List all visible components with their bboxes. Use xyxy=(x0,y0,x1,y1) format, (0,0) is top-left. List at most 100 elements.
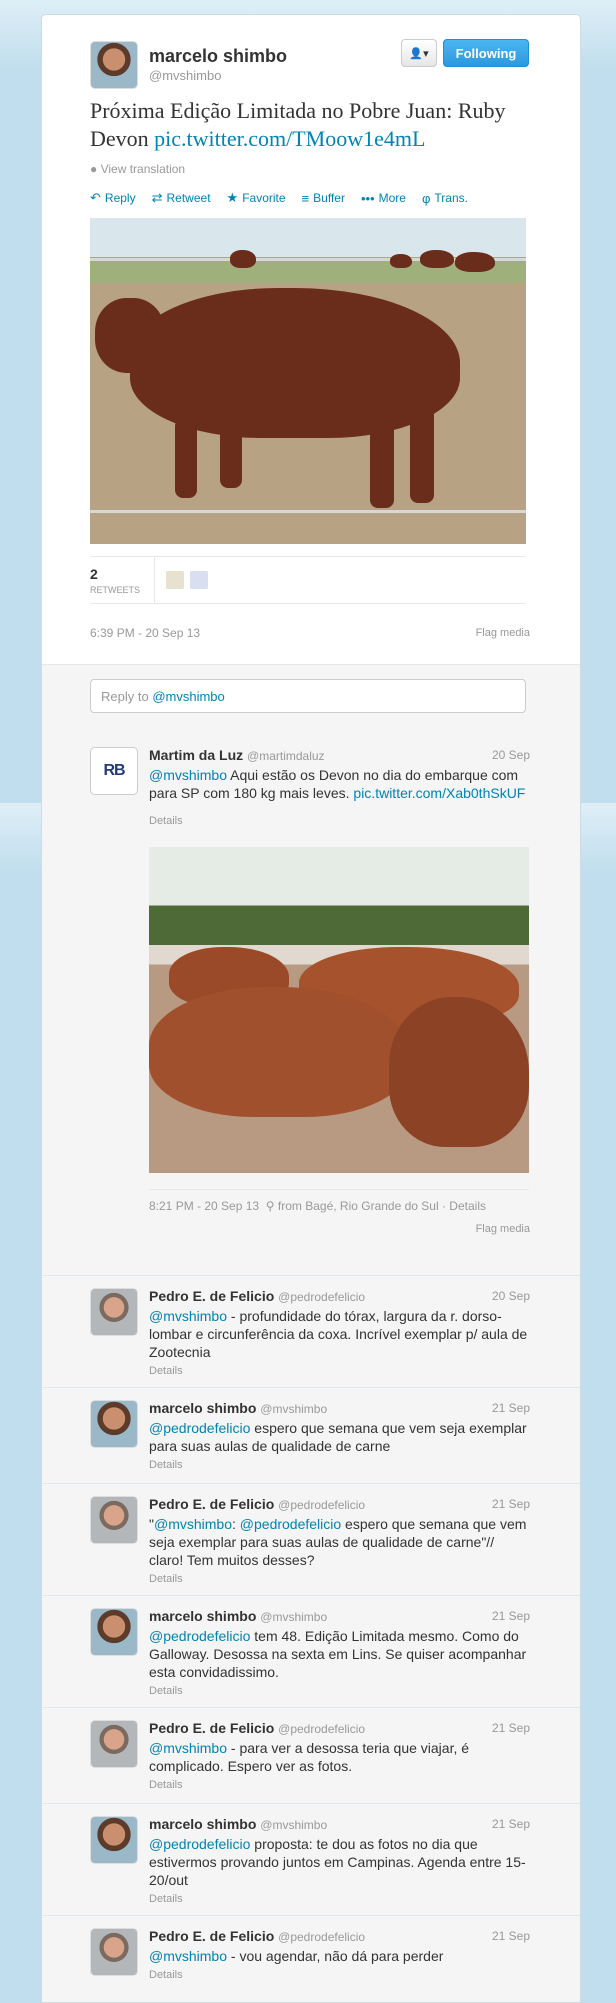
reply-text: @pedrodefelicio espero que semana que ve… xyxy=(149,1419,529,1455)
reply-date[interactable]: 21 Sep xyxy=(492,1721,530,1735)
reply-author[interactable]: Pedro E. de Felicio @pedrodefelicio xyxy=(149,1720,365,1736)
mention-link[interactable]: @mvshimbo xyxy=(149,1948,227,1964)
star-icon: ★ xyxy=(226,190,239,205)
action-label: Favorite xyxy=(242,191,286,205)
mention-link[interactable]: @mvshimbo xyxy=(149,1740,227,1756)
reply-author[interactable]: Pedro E. de Felicio @pedrodefelicio xyxy=(149,1288,365,1304)
retweeter-avatar[interactable] xyxy=(190,571,208,589)
retweet-count[interactable]: 2 xyxy=(90,566,98,582)
action-label: More xyxy=(378,191,406,205)
reply-author[interactable]: Martim da Luz @martimdaluz xyxy=(149,747,325,763)
view-translation-label: View translation xyxy=(100,162,186,176)
action-label: Reply xyxy=(104,191,136,205)
mention-link[interactable]: @pedrodefelicio xyxy=(149,1420,250,1436)
reply-author[interactable]: Pedro E. de Felicio @pedrodefelicio xyxy=(149,1928,365,1944)
mention-link[interactable]: @pedrodefelicio xyxy=(149,1836,250,1852)
details-link[interactable]: Details xyxy=(149,1779,183,1791)
reply-text: "@mvshimbo: @pedrodefelicio espero que s… xyxy=(149,1515,529,1569)
mention-link[interactable]: @pedrodefelicio xyxy=(240,1516,341,1532)
bull-leg xyxy=(410,408,434,503)
tweet-text: Próxima Edição Limitada no Pobre Juan: R… xyxy=(90,97,530,153)
reply-location[interactable]: from Bagé, Rio Grande do Sul · Details xyxy=(278,1199,486,1213)
author-name[interactable]: marcelo shimbo xyxy=(149,46,287,67)
avatar[interactable] xyxy=(90,1496,138,1544)
buffer-button[interactable]: ≡ Buffer xyxy=(302,190,345,206)
tweet-stats: 2 RETWEETS xyxy=(90,556,526,604)
reply-tweet[interactable]: Pedro E. de Felicio @pedrodefelicio 21 S… xyxy=(42,1916,580,2002)
reply-date[interactable]: 20 Sep xyxy=(492,748,530,762)
author-handle: @pedrodefelicio xyxy=(278,1498,366,1512)
avatar[interactable] xyxy=(90,1720,138,1768)
reply-text: @mvshimbo Aqui estão os Devon no dia do … xyxy=(149,766,529,802)
tweet-photo[interactable] xyxy=(90,218,526,544)
author-handle[interactable]: @mvshimbo xyxy=(149,68,221,83)
divider xyxy=(154,557,155,603)
avatar[interactable] xyxy=(90,1816,138,1864)
details-link[interactable]: Details xyxy=(149,815,183,827)
location-pin-icon: ⚲ xyxy=(265,1199,275,1213)
reply-text: @pedrodefelicio proposta: te dou as foto… xyxy=(149,1835,529,1889)
details-link[interactable]: Details xyxy=(149,1459,183,1471)
flag-media-link[interactable]: Flag media xyxy=(476,627,530,639)
reply-date[interactable]: 21 Sep xyxy=(492,1497,530,1511)
author-name: marcelo shimbo xyxy=(149,1400,257,1416)
tweet-link[interactable]: pic.twitter.com/TMoow1e4mL xyxy=(154,126,425,151)
retweet-label[interactable]: RETWEETS xyxy=(90,585,140,595)
avatar[interactable] xyxy=(90,1608,138,1656)
reply-timestamp[interactable]: 8:21 PM - 20 Sep 13 xyxy=(149,1199,259,1213)
reply-date[interactable]: 20 Sep xyxy=(492,1289,530,1303)
details-link[interactable]: Details xyxy=(149,1893,183,1905)
mention-link[interactable]: @pedrodefelicio xyxy=(149,1628,250,1644)
details-link[interactable]: Details xyxy=(149,1365,183,1377)
avatar[interactable] xyxy=(90,1928,138,1976)
avatar[interactable]: RB xyxy=(90,747,138,795)
reply-date[interactable]: 21 Sep xyxy=(492,1929,530,1943)
reply-handle: @mvshimbo xyxy=(152,689,225,704)
reply-text: @mvshimbo - profundidade do tórax, largu… xyxy=(149,1307,529,1361)
details-link[interactable]: Details xyxy=(149,1685,183,1697)
reply-input[interactable]: Reply to @mvshimbo xyxy=(90,679,526,713)
tweet-link[interactable]: pic.twitter.com/Xab0thSkUF xyxy=(353,785,525,801)
retweet-button[interactable]: ⇄ Retweet xyxy=(152,190,211,206)
reply-author[interactable]: marcelo shimbo @mvshimbo xyxy=(149,1816,327,1832)
translate-icon: φ xyxy=(421,190,431,206)
avatar[interactable] xyxy=(90,41,138,89)
view-translation-link[interactable]: ● View translation xyxy=(90,162,185,176)
details-link[interactable]: Details xyxy=(149,1969,183,1981)
reply-tweet[interactable]: RB Martim da Luz @martimdaluz 20 Sep @mv… xyxy=(42,735,580,1276)
tweet-permalink-card: marcelo shimbo @mvshimbo 👤▾ Following Pr… xyxy=(41,14,581,2003)
flag-media-link[interactable]: Flag media xyxy=(476,1223,530,1235)
translate-button[interactable]: φ Trans. xyxy=(422,190,468,206)
author-name: Pedro E. de Felicio xyxy=(149,1496,275,1512)
mention-link[interactable]: @mvshimbo xyxy=(149,1308,227,1324)
avatar[interactable] xyxy=(90,1400,138,1448)
reply-tweet[interactable]: Pedro E. de Felicio @pedrodefelicio 20 S… xyxy=(42,1276,580,1388)
bull-leg xyxy=(220,418,242,488)
reply-date[interactable]: 21 Sep xyxy=(492,1609,530,1623)
details-link[interactable]: Details xyxy=(149,1573,183,1585)
mention-link[interactable]: @mvshimbo xyxy=(149,767,227,783)
reply-tweet[interactable]: marcelo shimbo @mvshimbo 21 Sep @pedrode… xyxy=(42,1388,580,1484)
reply-tweet[interactable]: Pedro E. de Felicio @pedrodefelicio 21 S… xyxy=(42,1708,580,1804)
mention-link[interactable]: @mvshimbo xyxy=(154,1516,232,1532)
reply-button[interactable]: ↶ Reply xyxy=(90,190,136,206)
reply-body: - vou agendar, não dá para perder xyxy=(227,1948,444,1964)
reply-tweet[interactable]: marcelo shimbo @mvshimbo 21 Sep @pedrode… xyxy=(42,1804,580,1916)
reply-text: @mvshimbo - para ver a desossa teria que… xyxy=(149,1739,529,1775)
reply-date[interactable]: 21 Sep xyxy=(492,1817,530,1831)
favorite-button[interactable]: ★ Favorite xyxy=(227,190,286,206)
avatar[interactable] xyxy=(90,1288,138,1336)
reply-author[interactable]: marcelo shimbo @mvshimbo xyxy=(149,1400,327,1416)
reply-date[interactable]: 21 Sep xyxy=(492,1401,530,1415)
reply-author[interactable]: Pedro E. de Felicio @pedrodefelicio xyxy=(149,1496,365,1512)
user-actions-button[interactable]: 👤▾ xyxy=(401,39,437,67)
more-button[interactable]: ••• More xyxy=(361,190,406,206)
reply-tweet[interactable]: marcelo shimbo @mvshimbo 21 Sep @pedrode… xyxy=(42,1596,580,1708)
following-button[interactable]: Following xyxy=(443,39,529,67)
retweeter-avatar[interactable] xyxy=(166,571,184,589)
reply-author[interactable]: marcelo shimbo @mvshimbo xyxy=(149,1608,327,1624)
cow-figure xyxy=(390,254,412,268)
reply-tweet[interactable]: Pedro E. de Felicio @pedrodefelicio 21 S… xyxy=(42,1484,580,1596)
tweet-photo[interactable] xyxy=(149,847,529,1173)
tweet-timestamp[interactable]: 6:39 PM - 20 Sep 13 xyxy=(90,626,200,640)
